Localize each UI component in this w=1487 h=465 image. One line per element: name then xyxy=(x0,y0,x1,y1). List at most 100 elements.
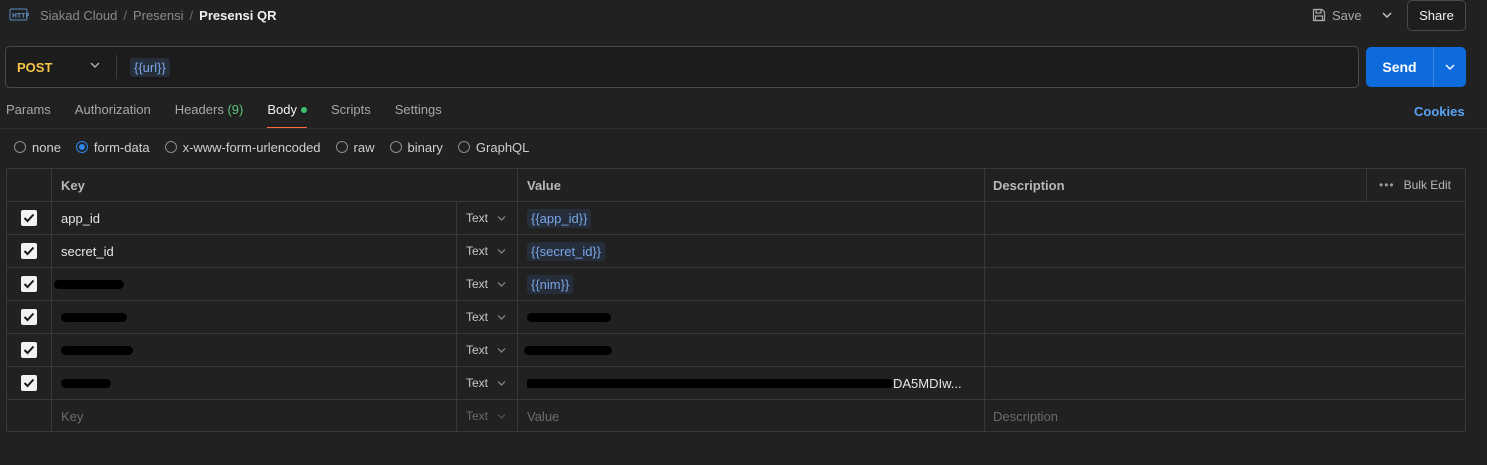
column-header-value: Value xyxy=(518,169,985,201)
form-data-table: Key Value Description ••• Bulk Edit app_… xyxy=(6,168,1466,432)
bulk-edit-label: Bulk Edit xyxy=(1403,178,1451,192)
save-button[interactable]: Save xyxy=(1312,3,1362,27)
body-type-graphql[interactable]: GraphQL xyxy=(457,139,530,155)
breadcrumb-folder[interactable]: Presensi xyxy=(133,8,184,23)
tab-authorization[interactable]: Authorization xyxy=(75,102,151,128)
tab-body[interactable]: Body xyxy=(267,102,307,129)
send-button-group: Send xyxy=(1366,47,1466,87)
type-label: Text xyxy=(466,376,489,390)
table-row: Text {{nim}} xyxy=(7,268,1465,301)
key-cell[interactable]: app_id xyxy=(52,202,457,234)
value-cell[interactable]: {{app_id}} xyxy=(518,202,985,234)
radio-label: GraphQL xyxy=(475,139,530,155)
new-key-input[interactable]: Key xyxy=(52,400,457,432)
description-cell[interactable] xyxy=(985,235,1465,267)
request-header: HTTP Siakad Cloud / Presensi / Presensi QR S… xyxy=(0,0,1487,32)
radio-button xyxy=(164,141,177,153)
redacted-text xyxy=(61,312,127,322)
type-select[interactable]: Text xyxy=(457,235,518,267)
description-cell[interactable] xyxy=(985,301,1465,333)
row-checkbox[interactable] xyxy=(21,309,37,325)
send-options-dropdown[interactable] xyxy=(1434,47,1466,87)
key-cell[interactable] xyxy=(52,301,457,333)
key-cell[interactable]: secret_id xyxy=(52,235,457,267)
type-select[interactable]: Text xyxy=(457,301,518,333)
url-divider xyxy=(116,55,117,79)
row-checkbox[interactable] xyxy=(21,210,37,226)
tab-label: Headers xyxy=(174,102,224,117)
url-input[interactable]: {{url}} xyxy=(130,57,170,77)
table-row: secret_id Text {{secret_id}} xyxy=(7,235,1465,268)
value-variable: {{secret_id}} xyxy=(527,241,606,261)
redacted-text xyxy=(54,279,124,289)
body-type-form-data[interactable]: form-data xyxy=(75,139,150,155)
value-cell[interactable]: DA5MDIw... xyxy=(518,367,985,399)
breadcrumb-separator: / xyxy=(123,8,127,23)
send-button[interactable]: Send xyxy=(1366,47,1433,87)
chevron-down-icon xyxy=(497,413,506,419)
method-select[interactable]: POST xyxy=(6,47,116,87)
url-bar: POST {{url}} xyxy=(5,46,1359,88)
value-variable: {{app_id}} xyxy=(527,208,592,228)
radio-label: form-data xyxy=(93,139,150,155)
row-checkbox-cell xyxy=(7,235,52,267)
check-icon xyxy=(23,279,35,289)
type-select[interactable]: Text xyxy=(457,268,518,300)
new-type-select[interactable]: Text xyxy=(457,400,518,432)
row-checkbox-cell xyxy=(7,334,52,366)
key-cell[interactable] xyxy=(52,367,457,399)
radio-label: x-www-form-urlencoded xyxy=(182,139,321,155)
cookies-link[interactable]: Cookies xyxy=(1414,104,1465,119)
tab-params[interactable]: Params xyxy=(6,102,51,128)
radio-label: raw xyxy=(353,139,375,155)
radio-label: none xyxy=(32,139,61,155)
body-type-binary[interactable]: binary xyxy=(389,139,443,155)
bulk-edit-button[interactable]: ••• Bulk Edit xyxy=(1367,169,1465,201)
column-header-key: Key xyxy=(52,169,518,201)
tab-scripts[interactable]: Scripts xyxy=(331,102,371,128)
body-type-urlencoded[interactable]: x-www-form-urlencoded xyxy=(164,139,321,155)
table-row: app_id Text {{app_id}} xyxy=(7,202,1465,235)
more-horizontal-icon: ••• xyxy=(1379,178,1395,192)
body-indicator-dot xyxy=(300,106,307,113)
value-cell[interactable] xyxy=(518,301,985,333)
share-button[interactable]: Share xyxy=(1407,0,1466,31)
value-cell[interactable] xyxy=(518,334,985,366)
save-options-dropdown[interactable] xyxy=(1376,3,1398,27)
row-checkbox[interactable] xyxy=(21,375,37,391)
type-select[interactable]: Text xyxy=(457,202,518,234)
description-cell[interactable] xyxy=(985,367,1465,399)
request-name[interactable]: Presensi QR xyxy=(199,8,276,23)
value-cell[interactable]: {{secret_id}} xyxy=(518,235,985,267)
check-icon xyxy=(23,378,35,388)
row-checkbox[interactable] xyxy=(21,243,37,259)
check-icon xyxy=(23,246,35,256)
type-select[interactable]: Text xyxy=(457,367,518,399)
description-cell[interactable] xyxy=(985,334,1465,366)
tab-label: Authorization xyxy=(74,102,151,117)
tab-headers[interactable]: Headers (9) xyxy=(175,102,244,128)
body-type-none[interactable]: none xyxy=(14,139,61,155)
type-label: Text xyxy=(466,343,489,357)
chevron-down-icon xyxy=(497,347,506,353)
value-cell[interactable]: {{nim}} xyxy=(518,268,985,300)
breadcrumb-separator: / xyxy=(189,8,194,23)
chevron-down-icon xyxy=(497,314,506,320)
description-cell[interactable] xyxy=(985,268,1465,300)
redacted-text xyxy=(527,378,893,388)
row-checkbox[interactable] xyxy=(21,276,37,292)
key-cell[interactable] xyxy=(52,334,457,366)
type-label: Text xyxy=(466,277,489,291)
tab-settings[interactable]: Settings xyxy=(395,102,442,128)
row-checkbox-cell xyxy=(7,367,52,399)
description-cell[interactable] xyxy=(985,202,1465,234)
row-checkbox[interactable] xyxy=(21,342,37,358)
breadcrumb-workspace[interactable]: Siakad Cloud xyxy=(40,8,117,23)
new-description-input[interactable]: Description xyxy=(985,400,1465,432)
key-cell[interactable] xyxy=(52,268,457,300)
chevron-down-icon xyxy=(90,62,100,68)
body-type-raw[interactable]: raw xyxy=(335,139,375,155)
save-label: Save xyxy=(1332,7,1362,23)
new-value-input[interactable]: Value xyxy=(518,400,985,432)
type-select[interactable]: Text xyxy=(457,334,518,366)
